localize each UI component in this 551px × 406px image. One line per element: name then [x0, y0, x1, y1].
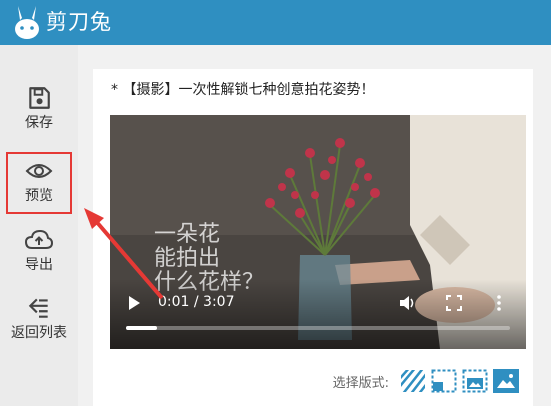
fullscreen-icon[interactable] — [446, 295, 462, 311]
sidebar-item-back-to-list[interactable]: 返回列表 — [6, 295, 72, 357]
frame-image-icon[interactable] — [462, 369, 488, 393]
sidebar-item-label: 导出 — [25, 257, 53, 273]
landscape-image-icon[interactable] — [493, 369, 519, 393]
sidebar-item-export[interactable]: 导出 — [6, 227, 72, 289]
diagonal-pattern-icon[interactable] — [400, 369, 426, 393]
overlay-line: 能拍出 — [154, 246, 221, 271]
video-progress-fill — [126, 326, 157, 330]
rabbit-logo-icon — [15, 6, 39, 39]
eye-icon — [25, 164, 53, 178]
article-title: * 【摄影】一次性解锁七种创意拍花姿势！ — [111, 82, 375, 98]
play-icon[interactable] — [126, 295, 142, 311]
list-back-icon — [28, 298, 48, 318]
sidebar-item-save[interactable]: 保存 — [6, 85, 72, 147]
layout-selector: 选择版式: — [333, 368, 519, 394]
save-icon — [29, 87, 50, 109]
cloud-upload-icon — [24, 229, 54, 249]
sidebar-item-label: 保存 — [25, 115, 53, 131]
sidebar-item-label: 返回列表 — [11, 325, 67, 341]
sidebar-item-preview[interactable]: 预览 — [6, 152, 72, 214]
more-options-icon[interactable] — [496, 294, 502, 312]
main-area: * 【摄影】一次性解锁七种创意拍花姿势！ 一朵花 能拍出 0:01 / 3:07… — [78, 45, 551, 406]
sidebar-item-label: 预览 — [25, 188, 53, 204]
article-card: * 【摄影】一次性解锁七种创意拍花姿势！ 一朵花 能拍出 0:01 / 3:07… — [93, 69, 533, 406]
volume-icon[interactable] — [398, 294, 416, 312]
video-player[interactable]: 一朵花 能拍出 什么花样？ 0:01 / 3:07 — [110, 115, 526, 349]
frame-left-icon[interactable] — [431, 369, 457, 393]
video-controls-background — [110, 279, 526, 349]
app-title: 剪刀兔 — [46, 10, 112, 34]
top-bar: 剪刀兔 — [0, 0, 551, 45]
sidebar: 保存 预览 导出 返回列表 — [0, 45, 78, 406]
layout-label: 选择版式: — [332, 375, 389, 391]
overlay-line: 一朵花 — [154, 222, 221, 247]
video-progress-bar[interactable] — [126, 326, 510, 330]
video-time: 0:01 / 3:07 — [158, 294, 235, 310]
